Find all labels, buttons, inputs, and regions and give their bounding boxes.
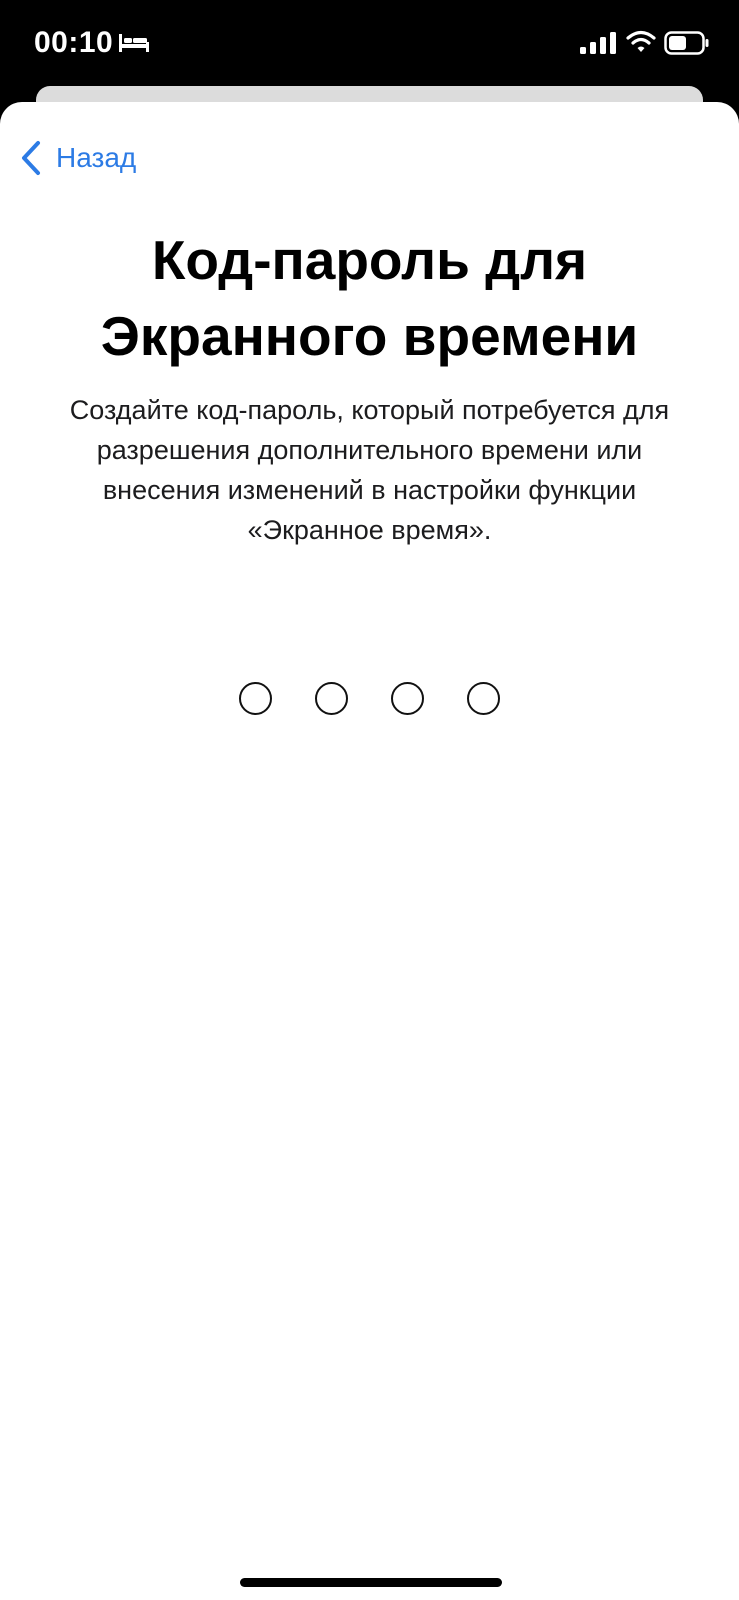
status-time: 00:10 — [34, 26, 114, 59]
screen: 00:10 Назад Код-пароль для Экранного вре… — [0, 0, 739, 1600]
modal-sheet: Назад Код-пароль для Экранного времени С… — [0, 102, 739, 1600]
status-bar: 00:10 — [0, 0, 739, 86]
page-title: Код-пароль для Экранного времени — [100, 229, 639, 367]
passcode-dot — [467, 682, 500, 715]
passcode-input[interactable] — [0, 682, 739, 722]
back-button[interactable]: Назад — [20, 136, 136, 180]
signal-icon — [580, 32, 616, 54]
back-label: Назад — [56, 142, 137, 173]
passcode-dot — [239, 682, 272, 715]
home-indicator[interactable] — [240, 1578, 502, 1587]
passcode-dot — [391, 682, 424, 715]
battery-icon — [664, 31, 709, 55]
wifi-icon — [626, 30, 656, 52]
passcode-dot — [315, 682, 348, 715]
page-description: Создайте код-пароль, который потребуется… — [69, 395, 670, 545]
chevron-left-icon — [22, 141, 40, 175]
bed-icon — [119, 34, 149, 52]
